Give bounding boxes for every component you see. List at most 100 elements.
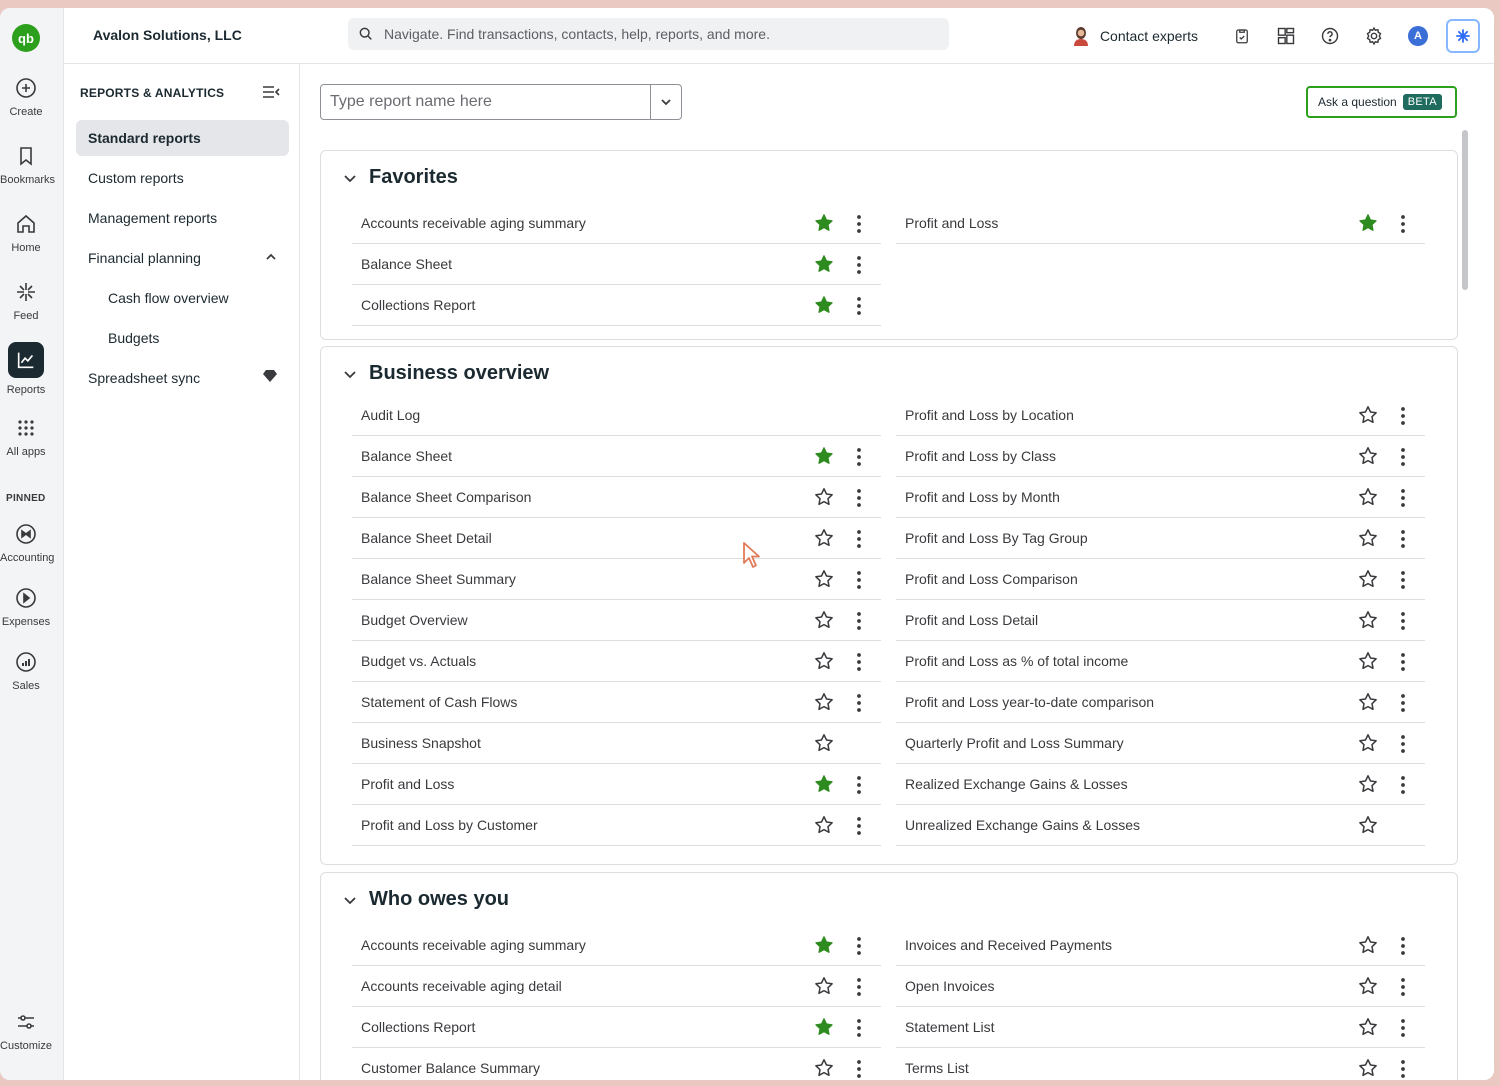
report-link[interactable]: Profit and Loss — [361, 776, 881, 792]
rail-sales[interactable]: Sales — [0, 650, 52, 692]
more-options-icon[interactable] — [854, 529, 864, 549]
more-options-icon[interactable] — [1398, 570, 1408, 590]
report-row[interactable]: Balance Sheet Summary — [352, 559, 881, 600]
star-outline-icon[interactable] — [814, 487, 834, 507]
star-outline-icon[interactable] — [1358, 569, 1378, 589]
report-row[interactable]: Profit and Loss year-to-date comparison — [896, 682, 1425, 723]
report-row[interactable]: Collections Report — [352, 1007, 881, 1048]
more-options-icon[interactable] — [1398, 529, 1408, 549]
more-options-icon[interactable] — [854, 693, 864, 713]
report-link[interactable]: Open Invoices — [905, 978, 1425, 994]
more-options-icon[interactable] — [854, 652, 864, 672]
star-filled-icon[interactable] — [814, 446, 834, 466]
report-row[interactable]: Balance Sheet — [352, 244, 881, 285]
report-row[interactable]: Realized Exchange Gains & Losses — [896, 764, 1425, 805]
star-filled-icon[interactable] — [814, 295, 834, 315]
report-row[interactable]: Profit and Loss Detail — [896, 600, 1425, 641]
report-link[interactable]: Customer Balance Summary — [361, 1060, 881, 1076]
rail-bookmarks[interactable]: Bookmarks — [0, 144, 55, 186]
rail-feed[interactable]: Feed — [0, 280, 52, 322]
star-outline-icon[interactable] — [814, 528, 834, 548]
report-row[interactable]: Profit and Loss by Class — [896, 436, 1425, 477]
report-link[interactable]: Profit and Loss by Customer — [361, 817, 881, 833]
star-outline-icon[interactable] — [814, 569, 834, 589]
star-filled-icon[interactable] — [814, 213, 834, 233]
report-link[interactable]: Realized Exchange Gains & Losses — [905, 776, 1425, 792]
report-row[interactable]: Invoices and Received Payments — [896, 925, 1425, 966]
more-options-icon[interactable] — [1398, 977, 1408, 997]
star-outline-icon[interactable] — [814, 610, 834, 630]
report-row[interactable]: Budget Overview — [352, 600, 881, 641]
contact-experts-button[interactable]: Contact experts — [1072, 26, 1198, 46]
report-row[interactable]: Terms List — [896, 1048, 1425, 1080]
more-options-icon[interactable] — [854, 816, 864, 836]
rail-home[interactable]: Home — [0, 212, 52, 254]
report-link[interactable]: Statement List — [905, 1019, 1425, 1035]
more-options-icon[interactable] — [854, 296, 864, 316]
report-link[interactable]: Budget vs. Actuals — [361, 653, 881, 669]
report-row[interactable]: Business Snapshot — [352, 723, 881, 764]
report-row[interactable]: Profit and Loss by Location — [896, 395, 1425, 436]
report-row[interactable]: Profit and Loss by Month — [896, 477, 1425, 518]
section-toggle[interactable]: Who owes you — [343, 888, 509, 911]
report-row[interactable]: Accounts receivable aging summary — [352, 925, 881, 966]
report-row[interactable]: Customer Balance Summary — [352, 1048, 881, 1080]
report-link[interactable]: Budget Overview — [361, 612, 881, 628]
report-row[interactable]: Profit and Loss as % of total income — [896, 641, 1425, 682]
report-link[interactable]: Terms List — [905, 1060, 1425, 1076]
more-options-icon[interactable] — [1398, 1059, 1408, 1079]
help-button[interactable] — [1308, 18, 1352, 54]
more-options-icon[interactable] — [1398, 693, 1408, 713]
report-link[interactable]: Balance Sheet — [361, 256, 881, 272]
rail-all-apps[interactable]: All apps — [0, 416, 52, 458]
report-row[interactable]: Audit Log — [352, 395, 881, 436]
report-row[interactable]: Collections Report — [352, 285, 881, 326]
section-toggle[interactable]: Favorites — [343, 166, 458, 189]
more-options-icon[interactable] — [854, 488, 864, 508]
report-row[interactable]: Accounts receivable aging summary — [352, 203, 881, 244]
report-link[interactable]: Invoices and Received Payments — [905, 937, 1425, 953]
report-link[interactable]: Unrealized Exchange Gains & Losses — [905, 817, 1425, 833]
star-outline-icon[interactable] — [1358, 692, 1378, 712]
star-outline-icon[interactable] — [1358, 528, 1378, 548]
tasks-button[interactable] — [1220, 18, 1264, 54]
report-link[interactable]: Profit and Loss — [905, 215, 1425, 231]
star-outline-icon[interactable] — [814, 733, 834, 753]
report-row[interactable]: Balance Sheet — [352, 436, 881, 477]
more-options-icon[interactable] — [1398, 775, 1408, 795]
report-row[interactable]: Unrealized Exchange Gains & Losses — [896, 805, 1425, 846]
report-row[interactable]: Profit and Loss Comparison — [896, 559, 1425, 600]
more-options-icon[interactable] — [1398, 734, 1408, 754]
report-link[interactable]: Collections Report — [361, 1019, 881, 1035]
more-options-icon[interactable] — [854, 1018, 864, 1038]
ai-assistant-button[interactable] — [1446, 19, 1480, 53]
report-link[interactable]: Accounts receivable aging detail — [361, 978, 881, 994]
report-row[interactable]: Statement of Cash Flows — [352, 682, 881, 723]
report-row[interactable]: Quarterly Profit and Loss Summary — [896, 723, 1425, 764]
sidebar-item-management-reports[interactable]: Management reports — [76, 200, 289, 236]
scrollbar[interactable] — [1462, 130, 1468, 290]
report-link[interactable]: Profit and Loss By Tag Group — [905, 530, 1425, 546]
star-outline-icon[interactable] — [1358, 1017, 1378, 1037]
report-link[interactable]: Business Snapshot — [361, 735, 881, 751]
report-link[interactable]: Balance Sheet Summary — [361, 571, 881, 587]
report-link[interactable]: Balance Sheet — [361, 448, 881, 464]
report-link[interactable]: Accounts receivable aging summary — [361, 215, 881, 231]
report-link[interactable]: Collections Report — [361, 297, 881, 313]
report-link[interactable]: Profit and Loss Detail — [905, 612, 1425, 628]
star-filled-icon[interactable] — [814, 935, 834, 955]
more-options-icon[interactable] — [854, 775, 864, 795]
report-row[interactable]: Profit and Loss — [896, 203, 1425, 244]
more-options-icon[interactable] — [854, 447, 864, 467]
report-row[interactable]: Statement List — [896, 1007, 1425, 1048]
more-options-icon[interactable] — [1398, 406, 1408, 426]
report-row[interactable]: Balance Sheet Detail — [352, 518, 881, 559]
more-options-icon[interactable] — [1398, 1018, 1408, 1038]
report-link[interactable]: Audit Log — [361, 407, 881, 423]
star-outline-icon[interactable] — [1358, 1058, 1378, 1078]
more-options-icon[interactable] — [1398, 936, 1408, 956]
rail-customize[interactable]: Customize — [0, 1010, 52, 1052]
star-outline-icon[interactable] — [1358, 446, 1378, 466]
star-outline-icon[interactable] — [1358, 487, 1378, 507]
sidebar-item-custom-reports[interactable]: Custom reports — [76, 160, 289, 196]
